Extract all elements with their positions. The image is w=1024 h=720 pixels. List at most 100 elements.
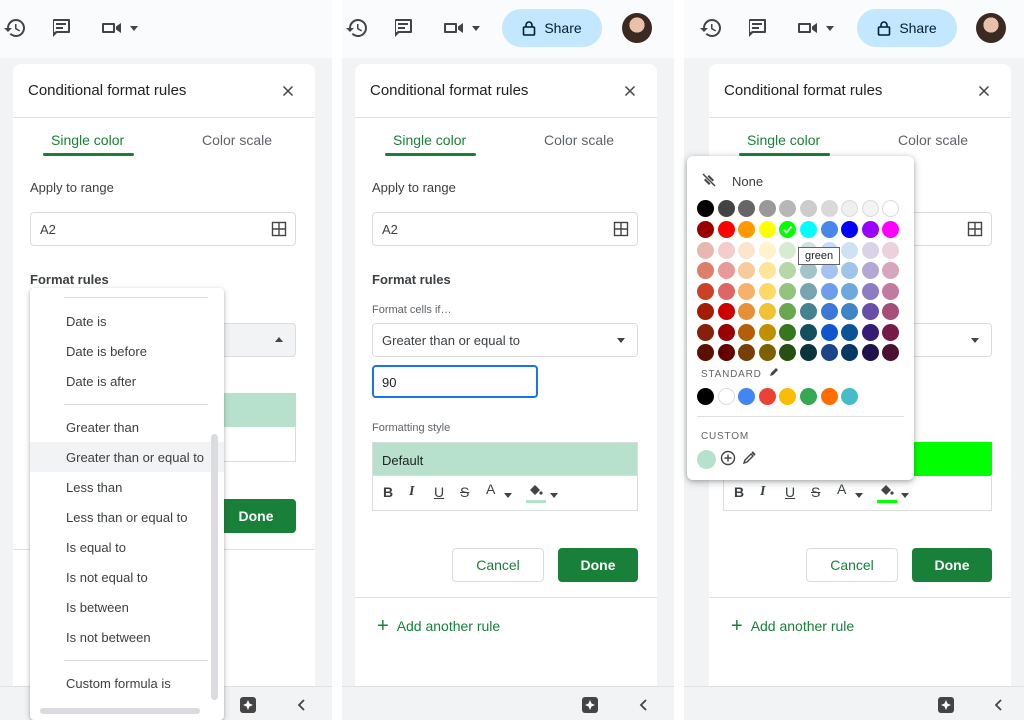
style-preview-green[interactable] <box>914 442 992 476</box>
color-swatch[interactable] <box>882 344 900 361</box>
color-swatch[interactable] <box>738 220 756 238</box>
color-swatch[interactable] <box>861 303 879 320</box>
color-swatch[interactable] <box>779 262 797 279</box>
bold-button[interactable]: B <box>734 484 744 500</box>
color-swatch[interactable] <box>738 241 756 259</box>
bold-button[interactable]: B <box>383 484 393 500</box>
color-swatch[interactable] <box>779 344 797 361</box>
underline-button[interactable]: U <box>434 484 444 500</box>
text-color-button[interactable]: A <box>486 481 495 497</box>
color-swatch[interactable] <box>882 282 900 300</box>
color-swatch[interactable] <box>717 344 735 361</box>
color-swatch[interactable] <box>882 323 900 341</box>
color-swatch[interactable] <box>800 282 817 300</box>
value-input[interactable]: 90 <box>372 365 538 398</box>
color-swatch[interactable] <box>820 344 838 361</box>
italic-button[interactable]: I <box>409 484 414 500</box>
explore-icon[interactable] <box>937 696 955 714</box>
standard-color-swatch[interactable] <box>758 388 776 405</box>
video-call-icon[interactable] <box>796 16 820 40</box>
color-swatch[interactable] <box>717 323 735 341</box>
video-call-dropdown-icon[interactable] <box>130 26 138 31</box>
select-range-icon[interactable] <box>271 221 287 237</box>
color-swatch[interactable] <box>861 323 879 341</box>
menu-horizontal-scrollbar[interactable] <box>40 708 200 714</box>
color-swatch[interactable] <box>717 303 735 320</box>
fill-color-icon[interactable] <box>526 481 544 499</box>
cancel-button[interactable]: Cancel <box>452 548 544 582</box>
condition-select-partial[interactable] <box>909 323 992 357</box>
color-swatch[interactable] <box>717 241 735 259</box>
fill-color-icon[interactable] <box>877 481 895 499</box>
menu-item-less-than[interactable]: Less than <box>30 472 224 502</box>
color-swatch[interactable] <box>820 200 838 217</box>
cancel-button[interactable]: Cancel <box>806 548 898 582</box>
menu-item-is-not-equal-to[interactable]: Is not equal to <box>30 562 224 592</box>
color-swatch[interactable] <box>717 262 735 279</box>
video-call-icon[interactable] <box>100 16 124 40</box>
color-swatch[interactable] <box>800 303 817 320</box>
color-swatch[interactable] <box>800 344 817 361</box>
video-call-dropdown-icon[interactable] <box>472 26 480 31</box>
collapse-icon[interactable] <box>635 696 653 714</box>
standard-color-swatch[interactable] <box>800 388 817 405</box>
color-swatch[interactable] <box>820 220 838 238</box>
standard-color-swatch[interactable] <box>738 388 756 405</box>
color-swatch[interactable] <box>779 220 797 238</box>
close-icon[interactable] <box>279 82 297 100</box>
tab-single-color[interactable]: Single color <box>51 132 124 148</box>
menu-item-greater-than-or-equal[interactable]: Greater than or equal to <box>30 442 224 472</box>
color-swatch[interactable] <box>882 220 900 238</box>
color-swatch[interactable] <box>758 241 776 259</box>
custom-color-swatch[interactable] <box>697 450 716 469</box>
explore-icon[interactable] <box>239 696 257 714</box>
color-swatch[interactable] <box>861 262 879 279</box>
share-button[interactable]: Share <box>857 9 957 47</box>
menu-item-less-than-or-equal[interactable]: Less than or equal to <box>30 502 224 532</box>
no-fill-icon[interactable] <box>701 172 717 188</box>
add-custom-color-icon[interactable] <box>720 450 736 466</box>
color-swatch[interactable] <box>758 323 776 341</box>
color-swatch[interactable] <box>697 282 714 300</box>
tab-single-color[interactable]: Single color <box>747 132 820 148</box>
color-swatch[interactable] <box>758 344 776 361</box>
close-icon[interactable] <box>975 82 993 100</box>
color-swatch[interactable] <box>820 323 838 341</box>
color-swatch[interactable] <box>841 344 859 361</box>
tab-color-scale[interactable]: Color scale <box>544 132 614 148</box>
color-swatch[interactable] <box>800 220 817 238</box>
standard-color-swatch[interactable] <box>779 388 797 405</box>
color-swatch[interactable] <box>841 220 859 238</box>
color-swatch[interactable] <box>779 282 797 300</box>
color-swatch[interactable] <box>738 282 756 300</box>
color-swatch[interactable] <box>738 200 756 217</box>
range-input[interactable]: A2 <box>372 212 638 246</box>
menu-item-is-between[interactable]: Is between <box>30 592 224 622</box>
strikethrough-button[interactable]: S <box>811 484 820 500</box>
video-call-dropdown-icon[interactable] <box>826 26 834 31</box>
menu-item-custom-formula[interactable]: Custom formula is <box>30 668 224 698</box>
history-icon[interactable] <box>345 16 369 40</box>
color-swatch[interactable] <box>697 344 714 361</box>
color-swatch[interactable] <box>882 262 900 279</box>
done-button[interactable]: Done <box>558 548 638 582</box>
color-swatch[interactable] <box>697 303 714 320</box>
color-swatch[interactable] <box>861 220 879 238</box>
color-swatch[interactable] <box>861 344 879 361</box>
color-swatch[interactable] <box>717 220 735 238</box>
condition-select[interactable]: Greater than or equal to <box>372 323 638 357</box>
color-swatch[interactable] <box>779 241 797 259</box>
select-range-icon[interactable] <box>613 221 629 237</box>
color-swatch[interactable] <box>882 303 900 320</box>
color-swatch[interactable] <box>697 323 714 341</box>
color-swatch[interactable] <box>841 262 859 279</box>
color-swatch[interactable] <box>861 200 879 217</box>
standard-color-swatch[interactable] <box>697 388 714 405</box>
menu-item-is-equal-to[interactable]: Is equal to <box>30 532 224 562</box>
range-input-partial[interactable] <box>909 212 992 246</box>
color-swatch[interactable] <box>820 282 838 300</box>
tab-color-scale[interactable]: Color scale <box>898 132 968 148</box>
color-swatch[interactable] <box>738 303 756 320</box>
done-button[interactable]: Done <box>912 548 992 582</box>
style-preview[interactable]: Default <box>372 442 638 476</box>
